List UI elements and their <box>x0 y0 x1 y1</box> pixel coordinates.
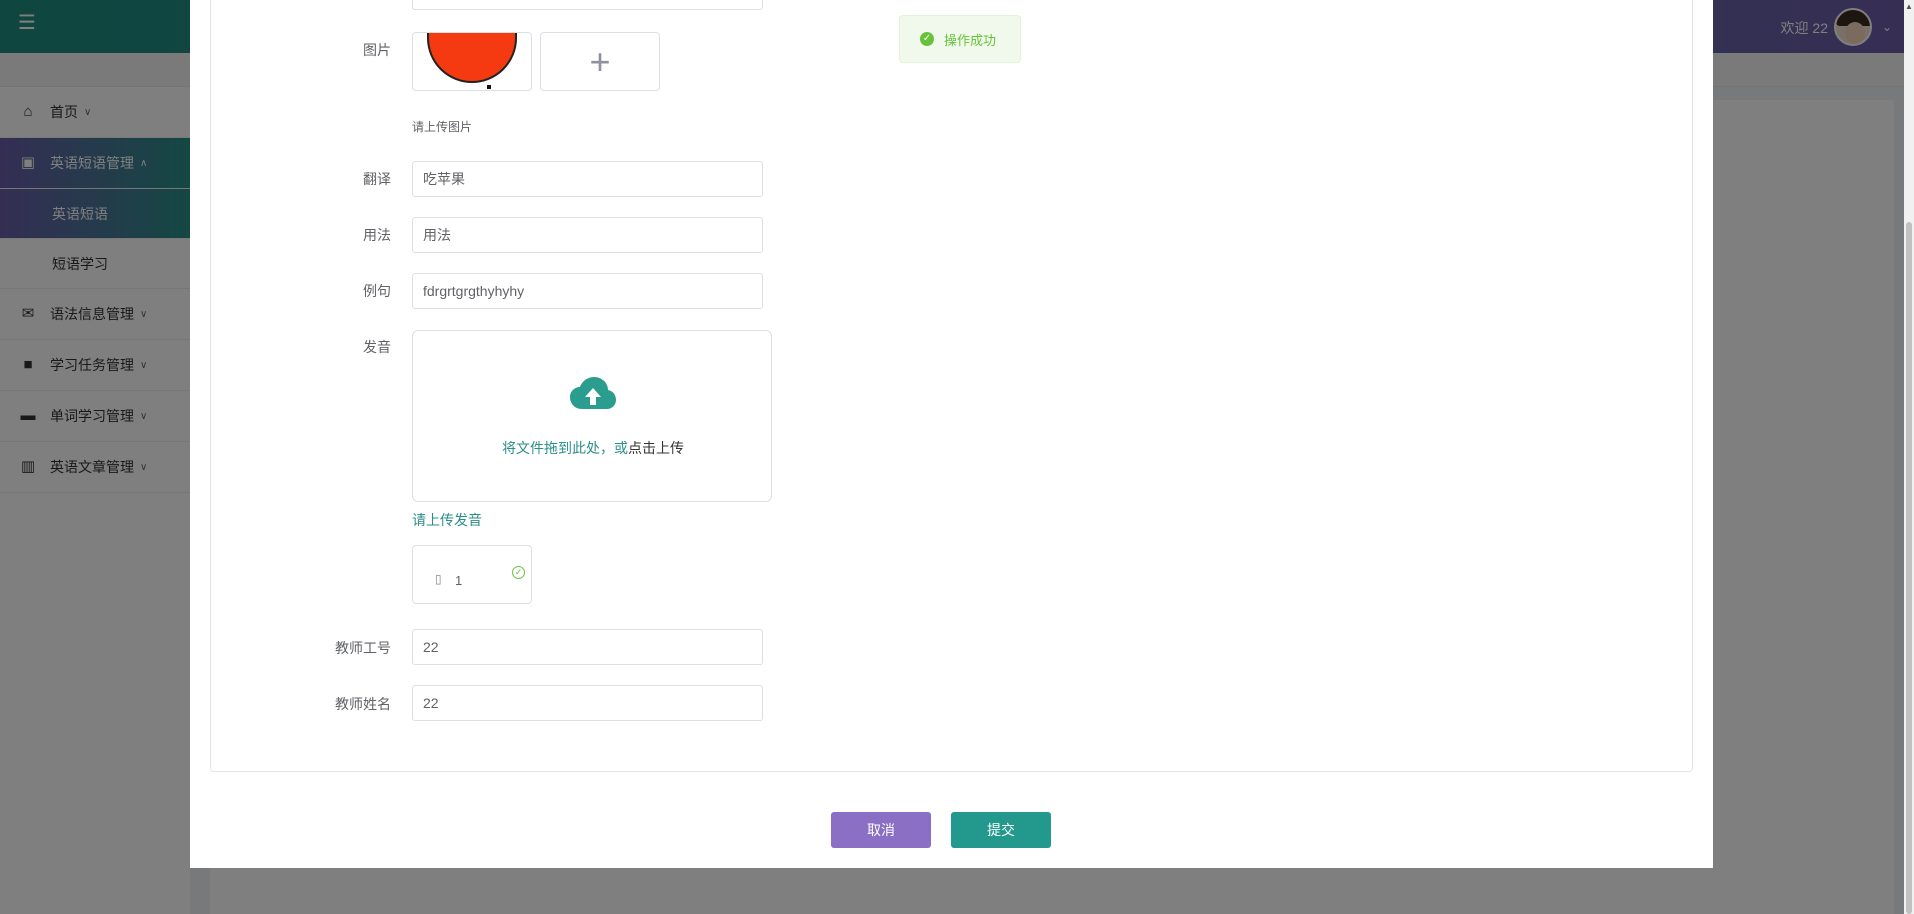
success-check-icon: ✓ <box>920 32 934 46</box>
apple-image-dot <box>487 85 491 89</box>
cloud-upload-icon <box>570 377 616 409</box>
previous-field-input[interactable] <box>412 0 763 10</box>
click-upload-link[interactable]: 点击上传 <box>628 440 684 456</box>
teacher-id-label: 教师工号 <box>335 640 391 656</box>
success-toast: ✓ 操作成功 <box>899 15 1021 63</box>
form-panel: 图片 + 请上传图片 翻译 吃苹果 用法 用法 例句 fdrgrtgrgthyh… <box>210 0 1693 772</box>
page-scrollbar[interactable]: ▲ <box>1904 0 1914 914</box>
apple-image <box>427 33 517 83</box>
translation-input[interactable]: 吃苹果 <box>412 161 763 197</box>
scroll-thumb[interactable] <box>1906 222 1912 914</box>
image-hint: 请上传图片 <box>412 120 473 134</box>
cancel-button[interactable]: 取消 <box>831 812 931 848</box>
add-image-button[interactable]: + <box>540 32 660 91</box>
pronunciation-hint: 请上传发音 <box>412 512 482 528</box>
toast-message: 操作成功 <box>944 32 997 48</box>
edit-dialog: 图片 + 请上传图片 翻译 吃苹果 用法 用法 例句 fdrgrtgrgthyh… <box>190 0 1713 868</box>
submit-button[interactable]: 提交 <box>951 812 1051 848</box>
uploaded-file-item[interactable]: ▯ 1 ✓ <box>412 545 532 604</box>
dropzone-text: 将文件拖到此处，或点击上传 <box>413 438 773 458</box>
check-circle-icon: ✓ <box>512 566 525 579</box>
pronunciation-label: 发音 <box>363 339 391 355</box>
usage-label: 用法 <box>363 227 391 243</box>
example-label: 例句 <box>363 283 391 299</box>
example-input[interactable]: fdrgrtgrgthyhyhy <box>412 273 763 309</box>
dropzone-text-main: 将文件拖到此处，或 <box>502 440 628 456</box>
pronunciation-dropzone[interactable]: 将文件拖到此处，或点击上传 <box>412 330 772 502</box>
uploaded-image-thumbnail[interactable] <box>412 32 532 91</box>
teacher-name-input[interactable]: 22 <box>412 685 763 721</box>
teacher-id-input[interactable]: 22 <box>412 629 763 665</box>
image-label: 图片 <box>363 42 391 58</box>
usage-input[interactable]: 用法 <box>412 217 763 253</box>
scroll-up-arrow-icon[interactable]: ▲ <box>1905 2 1913 11</box>
teacher-name-label: 教师姓名 <box>335 696 391 712</box>
file-name: 1 <box>455 573 463 588</box>
translation-label: 翻译 <box>363 171 391 187</box>
document-icon: ▯ <box>435 572 442 586</box>
